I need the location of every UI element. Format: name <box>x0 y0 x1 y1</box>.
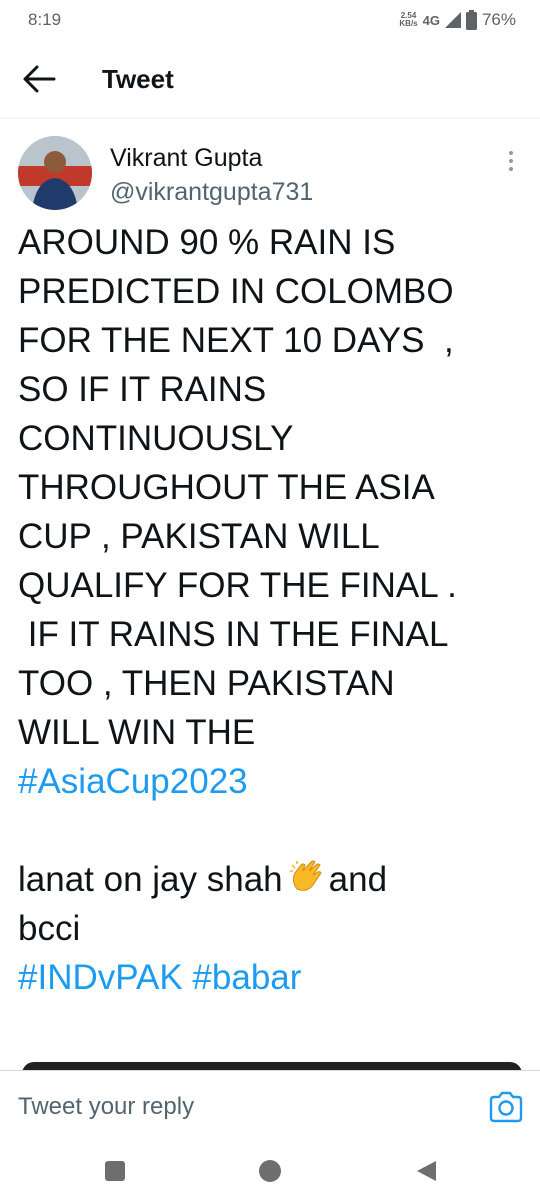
reply-bar <box>0 1071 540 1145</box>
tweet-line: bcci <box>18 909 81 948</box>
tweet-line-hashtags: #INDvPAK #babar <box>18 953 528 1002</box>
tweet-line: AROUND 90 % RAIN IS <box>18 223 396 262</box>
comment-text-start: lanat on jay shah <box>18 860 283 899</box>
tweet-line: WILL WIN THE <box>18 713 256 752</box>
back-arrow-icon[interactable] <box>22 64 56 94</box>
tweet-line: SO IF IT RAINS <box>18 370 267 409</box>
hashtag-indvpak[interactable]: #INDvPAK <box>18 958 183 997</box>
tweet-line: QUALIFY FOR THE FINAL . <box>18 566 457 605</box>
recents-icon[interactable] <box>105 1161 125 1181</box>
system-nav-bar <box>0 1145 540 1200</box>
tweet-line: PREDICTED IN COLOMBO <box>18 272 454 311</box>
nav-back-icon[interactable] <box>414 1159 438 1183</box>
app-bar: Tweet <box>0 40 540 118</box>
home-icon[interactable] <box>259 1160 281 1182</box>
status-bar: 8:19 2.54 KB/s 4G 76% <box>0 0 540 40</box>
tweet-line: TOO , THEN PAKISTAN <box>18 664 395 703</box>
tweet-line-hashtags: #AsiaCup2023 <box>18 757 528 806</box>
camera-icon[interactable] <box>488 1091 524 1123</box>
hashtag-asiacup2023[interactable]: #AsiaCup2023 <box>18 762 248 801</box>
tweet-line: THROUGHOUT THE ASIA <box>18 468 435 507</box>
author-name[interactable]: Vikrant Gupta <box>110 144 262 173</box>
tweet-line: IF IT RAINS IN THE FINAL <box>18 615 449 654</box>
signal-icon <box>444 12 461 28</box>
tweet-line: FOR THE NEXT 10 DAYS , <box>18 321 454 360</box>
header-divider <box>0 118 540 119</box>
status-indicators: 2.54 KB/s 4G 76% <box>399 10 516 30</box>
tweet-line: CONTINUOUSLY <box>18 419 294 458</box>
tweet-line-comment: lanat on jay shah and <box>18 855 528 904</box>
page-title: Tweet <box>102 64 174 94</box>
network-type: 4G <box>422 12 440 28</box>
author-handle[interactable]: @vikrantgupta731 <box>110 178 313 207</box>
network-speed: 2.54 KB/s <box>399 12 417 28</box>
more-vertical-icon[interactable] <box>500 148 522 174</box>
hashtag-babar[interactable]: #babar <box>192 958 301 997</box>
tweet-line: CUP , PAKISTAN WILL <box>18 517 380 556</box>
clapping-hands-icon <box>289 860 322 891</box>
reply-input[interactable] <box>18 1089 458 1125</box>
comment-text-end: and <box>328 860 388 899</box>
battery-percentage: 76% <box>481 10 516 29</box>
tweet-text: AROUND 90 % RAIN IS PREDICTED IN COLOMBO… <box>18 218 528 1002</box>
avatar[interactable] <box>18 136 92 210</box>
network-speed-unit: KB/s <box>399 19 418 28</box>
avatar-image <box>18 136 92 210</box>
status-time: 8:19 <box>28 10 62 29</box>
battery-icon <box>465 10 477 30</box>
